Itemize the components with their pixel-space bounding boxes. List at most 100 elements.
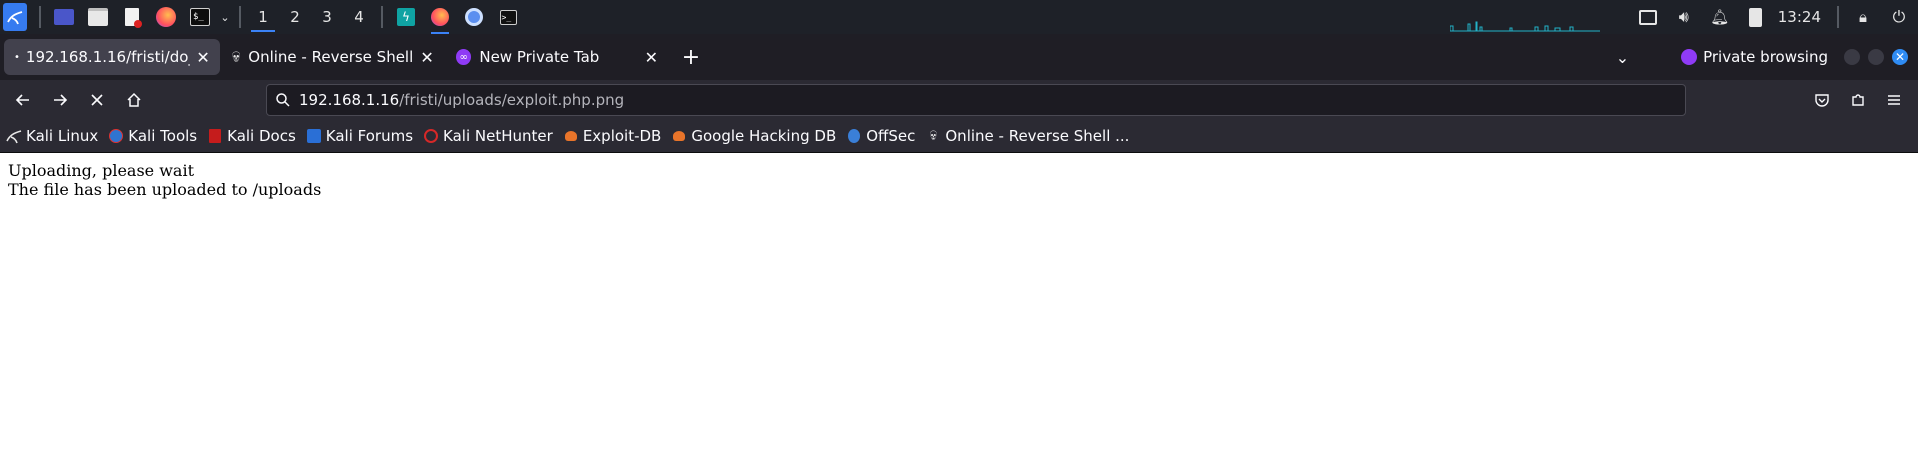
search-icon [276,93,290,107]
lock-icon[interactable]: 🔒︎ [1852,6,1874,28]
bookmark-reverse-shell[interactable]: 💀︎ Online - Reverse Shell ... [925,127,1130,145]
bookmark-kali-linux[interactable]: Kali Linux [6,127,98,145]
hamburger-menu-icon [1888,95,1900,105]
toolbar-right [1804,80,1918,120]
pocket-icon [1815,94,1829,107]
taskbar-separator [381,6,383,28]
loading-dot-icon: • [14,51,20,63]
cpu-graph-icon [1449,17,1600,32]
offsec-icon [846,128,862,144]
kali-tools-icon [108,128,124,144]
extensions-button[interactable] [1842,84,1874,116]
workspace-3[interactable]: 3 [311,0,343,34]
maximize-window-button[interactable] [1868,49,1884,65]
upload-result-line: The file has been uploaded to /uploads [8,180,322,199]
pocket-button[interactable] [1806,84,1838,116]
exploit-db-icon [563,128,579,144]
bookmark-kali-forums[interactable]: Kali Forums [306,127,413,145]
bookmark-kali-nethunter[interactable]: Kali NetHunter [423,127,553,145]
close-window-button[interactable]: ✕ [1892,49,1908,65]
bookmark-kali-tools[interactable]: Kali Tools [108,127,197,145]
kali-docs-icon [207,128,223,144]
bookmark-label: Kali Tools [128,127,198,145]
terminal-launcher-icon[interactable]: $_ [189,6,211,28]
private-browsing-label: Private browsing [1703,48,1828,66]
battery-icon[interactable] [1745,6,1767,28]
back-button[interactable] [7,84,39,116]
close-tab-icon[interactable]: ✕ [194,48,212,67]
skull-icon: 💀︎ [929,128,937,144]
private-mask-icon [1681,49,1698,65]
screen-icon[interactable] [1637,6,1659,28]
kali-menu-icon[interactable] [3,3,27,31]
bookmark-label: Online - Reverse Shell ... [945,127,1130,145]
close-tab-icon[interactable]: ✕ [418,48,436,67]
tab-title: 192.168.1.16/fristi/do_uplo [25,48,190,66]
volume-icon[interactable]: 🔊︎ [1673,6,1695,28]
tab-upload-page[interactable]: • 192.168.1.16/fristi/do_uplo ✕ [4,39,220,75]
url-bar[interactable]: 192.168.1.16/fristi/uploads/exploit.php.… [266,84,1686,116]
chromium-window-icon[interactable] [463,6,485,28]
puzzle-icon [1852,94,1864,106]
tab-title: New Private Tab [479,48,600,66]
system-tray: 🔊︎ 🔔︎ 13:24 🔒︎ ⏻ [1449,0,1918,34]
navigation-toolbar: 192.168.1.16/fristi/uploads/exploit.php.… [0,80,1918,120]
firefox-window-icon[interactable] [429,6,451,34]
forward-arrow-icon [54,94,68,106]
file-manager-icon[interactable] [87,6,109,28]
workspace-1[interactable]: 1 [247,0,279,34]
text-editor-icon[interactable] [121,6,143,28]
kali-dragon-icon [6,128,22,144]
kali-forums-icon [306,128,322,144]
new-tab-button[interactable]: + [676,42,706,72]
firefox-launcher-icon[interactable] [155,6,177,28]
minimize-window-button[interactable] [1844,49,1860,65]
bookmarks-toolbar: Kali Linux Kali Tools Kali Docs Kali For… [0,120,1918,153]
app-menu-button[interactable] [1878,84,1910,116]
browser-tab-bar: • 192.168.1.16/fristi/do_uplo ✕ 💀︎ Onlin… [0,34,1918,80]
bookmark-google-hacking-db[interactable]: Google Hacking DB [671,127,836,145]
home-icon [127,92,141,107]
upload-status-line: Uploading, please wait [8,161,195,180]
chevron-down-icon[interactable]: ⌄ [219,6,231,28]
forward-button[interactable] [44,84,76,116]
bookmark-offsec[interactable]: OffSec [846,127,915,145]
workspace-2[interactable]: 2 [279,0,311,34]
tabbar-right: ⌄ Private browsing ✕ [1616,34,1918,80]
app-window-icon[interactable]: ϟ [395,6,417,28]
url-host: 192.168.1.16 [299,91,400,109]
taskbar-separator [239,6,241,28]
terminal-window-icon[interactable]: >_ [497,6,519,28]
url-path: /fristi/uploads/exploit.php.png [399,91,625,109]
bookmark-label: Kali Linux [26,127,99,145]
stop-icon [91,94,103,106]
private-mask-icon: ∞ [456,49,472,65]
url-text[interactable]: 192.168.1.16/fristi/uploads/exploit.php.… [299,91,624,109]
tab-reverse-shell[interactable]: 💀︎ Online - Reverse Shell Ge ✕ [222,39,444,75]
stop-loading-button[interactable] [81,84,113,116]
bookmark-label: Kali Docs [227,127,296,145]
page-content: Uploading, please wait The file has been… [0,153,1918,207]
taskbar-separator [39,6,41,28]
bookmark-label: Kali Forums [325,127,414,145]
bookmark-label: Exploit-DB [582,127,662,145]
bookmark-kali-docs[interactable]: Kali Docs [207,127,296,145]
notification-bell-icon[interactable]: 🔔︎ [1709,6,1731,28]
logout-icon[interactable]: ⏻ [1888,6,1910,28]
list-all-tabs-icon[interactable]: ⌄ [1616,48,1629,67]
skull-icon: 💀︎ [232,47,241,66]
bookmark-label: Kali NetHunter [443,127,553,145]
workspace-4[interactable]: 4 [343,0,375,34]
close-tab-icon[interactable]: ✕ [643,48,660,67]
tab-new-private[interactable]: ∞ New Private Tab ✕ [446,39,668,75]
desktop-icon[interactable] [53,6,75,28]
clock[interactable]: 13:24 [1778,8,1821,26]
back-arrow-icon [15,94,29,106]
bookmark-label: OffSec [866,127,916,145]
taskbar-separator [1837,6,1839,28]
ghdb-icon [671,128,687,144]
bookmark-exploit-db[interactable]: Exploit-DB [563,127,662,145]
bookmark-label: Google Hacking DB [691,127,837,145]
home-button[interactable] [118,84,150,116]
tab-title: Online - Reverse Shell Ge [248,48,414,66]
